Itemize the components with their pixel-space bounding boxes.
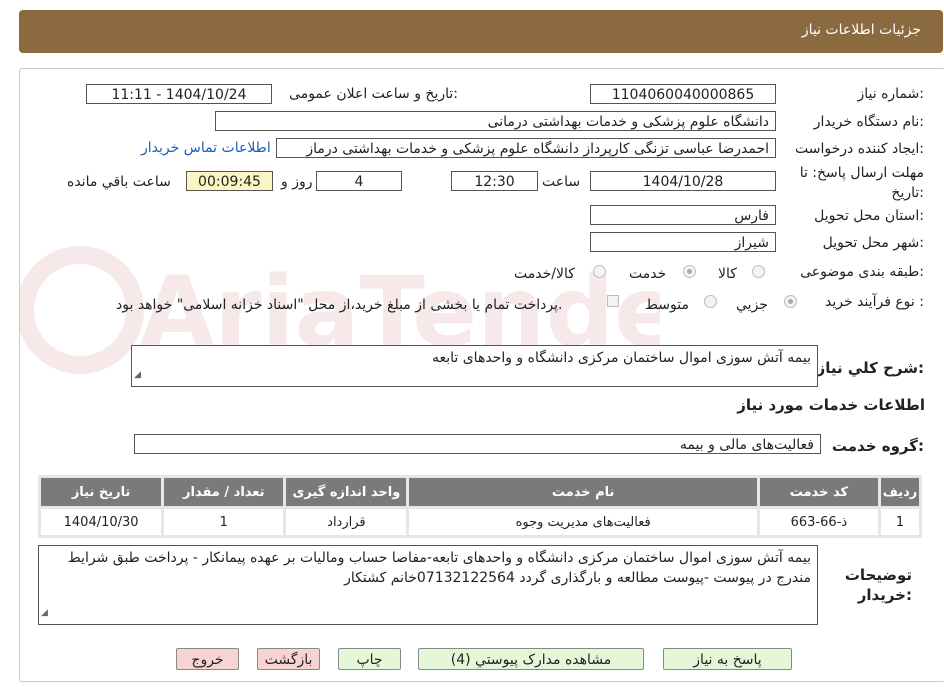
- deadline-days-label: روز و: [281, 174, 313, 190]
- process-option-minor: جزيي: [736, 297, 768, 313]
- treasury-payment-note: پرداخت تمام یا بخشی از مبلغ خرید،از محل …: [116, 297, 563, 313]
- back-button[interactable]: بازگشت: [257, 648, 320, 670]
- process-radio-medium[interactable]: [704, 295, 717, 308]
- resize-grip-icon[interactable]: ◢: [134, 365, 141, 385]
- buyer-notes-label-2: خریدار:: [857, 586, 912, 604]
- category-label: طبقه بندی موضوعی:: [800, 264, 924, 280]
- reply-button[interactable]: پاسخ به نیاز: [663, 648, 792, 670]
- announce-datetime-field: 1404/10/24 - 11:11: [86, 84, 272, 104]
- print-button[interactable]: چاپ: [338, 648, 401, 670]
- deadline-time-field: 12:30: [451, 171, 538, 191]
- summary-textarea[interactable]: بیمه آتش سوزی اموال ساختمان مرکزی دانشگا…: [131, 345, 818, 387]
- page-header: جزئیات اطلاعات نیاز: [19, 10, 943, 53]
- cell-need-date: 1404/10/30: [41, 509, 162, 535]
- category-radio-goods[interactable]: [752, 265, 765, 278]
- process-label: نوع فرآیند خرید :: [825, 294, 924, 310]
- need-number-label: شماره نیاز:: [857, 86, 924, 102]
- announce-datetime-label: تاریخ و ساعت اعلان عمومی:: [289, 86, 458, 102]
- category-option-goods: کالا: [718, 266, 737, 282]
- col-header-row-number: ردیف: [880, 478, 919, 506]
- col-header-service-code: کد خدمت: [759, 478, 878, 506]
- category-option-service: خدمت: [629, 266, 667, 282]
- view-attachments-button[interactable]: مشاهده مدارک پیوستي (4): [418, 648, 644, 670]
- treasury-payment-checkbox[interactable]: [607, 295, 619, 307]
- summary-text: بیمه آتش سوزی اموال ساختمان مرکزی دانشگا…: [431, 350, 811, 366]
- city-label: شهر محل تحویل:: [822, 235, 924, 251]
- cell-quantity: 1: [164, 509, 284, 535]
- exit-button[interactable]: خروج: [176, 648, 239, 670]
- remaining-time-label: ساعت باقي مانده: [67, 174, 171, 190]
- summary-label: شرح کلي نياز:: [816, 359, 924, 377]
- page-title: جزئیات اطلاعات نیاز: [801, 22, 921, 38]
- buyer-org-label: نام دستگاه خریدار:: [813, 114, 924, 130]
- cell-row-number: 1: [880, 509, 919, 535]
- deadline-time-label: ساعت: [542, 174, 581, 190]
- province-label: استان محل تحویل:: [814, 208, 924, 224]
- deadline-days-field: 4: [316, 171, 402, 191]
- table-row: 1 ذ-66-663 فعالیت‌های مدیریت وجوه قراردا…: [41, 509, 919, 535]
- deadline-label-date: تاریخ:: [891, 185, 924, 201]
- requester-field: احمدرضا عباسی تزنگی کارپرداز دانشگاه علو…: [276, 138, 776, 158]
- city-field: شیراز: [590, 232, 776, 252]
- cell-service-code: ذ-66-663: [759, 509, 878, 535]
- service-group-field: فعالیت‌های مالی و بیمه: [134, 434, 821, 454]
- services-table: ردیف کد خدمت نام خدمت واحد اندازه گیری ت…: [38, 475, 922, 538]
- category-option-goods-service: کالا/خدمت: [514, 266, 575, 282]
- col-header-service-name: نام خدمت: [409, 478, 757, 506]
- col-header-unit: واحد اندازه گیری: [286, 478, 407, 506]
- service-group-label: گروه خدمت:: [831, 437, 924, 455]
- need-number-field: 1104060040000865: [590, 84, 776, 104]
- cell-service-name: فعالیت‌های مدیریت وجوه: [409, 509, 757, 535]
- process-radio-minor[interactable]: [784, 295, 797, 308]
- buyer-notes-text: بیمه آتش سوزی اموال ساختمان مرکزی دانشگا…: [67, 550, 811, 586]
- category-radio-goods-service[interactable]: [593, 265, 606, 278]
- cell-unit: قرارداد: [286, 509, 407, 535]
- remaining-time-field: 00:09:45: [186, 171, 273, 191]
- buyer-notes-label: توضیحات: [844, 566, 912, 584]
- resize-grip-icon[interactable]: ◢: [41, 603, 48, 623]
- deadline-date-field: 1404/10/28: [590, 171, 776, 191]
- buyer-notes-textarea[interactable]: بیمه آتش سوزی اموال ساختمان مرکزی دانشگا…: [38, 545, 818, 625]
- buyer-org-field: دانشگاه علوم پزشکی و خدمات بهداشتی درمان…: [215, 111, 776, 131]
- deadline-label: مهلت ارسال پاسخ: تا: [799, 165, 924, 181]
- col-header-quantity: تعداد / مقدار: [164, 478, 284, 506]
- table-header-row: ردیف کد خدمت نام خدمت واحد اندازه گیری ت…: [41, 478, 919, 506]
- category-radio-service[interactable]: [683, 265, 696, 278]
- province-field: فارس: [590, 205, 776, 225]
- requester-label: ایجاد کننده درخواست:: [795, 141, 924, 157]
- services-section-title: اطلاعات خدمات مورد نیاز: [737, 396, 925, 414]
- buyer-contact-link[interactable]: اطلاعات تماس خریدار: [141, 140, 271, 156]
- col-header-need-date: تاریخ نیاز: [41, 478, 162, 506]
- process-option-medium: متوسط: [645, 297, 689, 313]
